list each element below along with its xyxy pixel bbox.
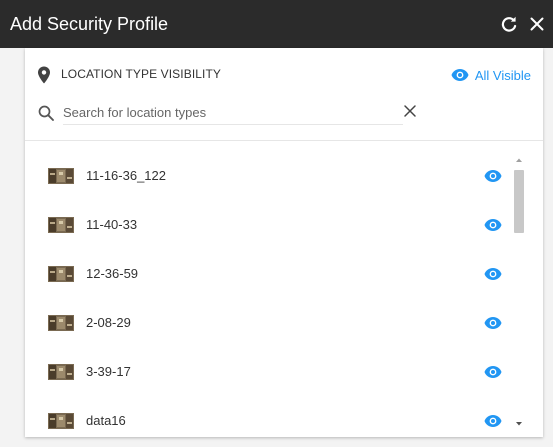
clear-search-icon[interactable]: [403, 104, 417, 118]
scrollbar-thumb[interactable]: [514, 170, 524, 233]
close-button[interactable]: [525, 12, 549, 36]
visibility-eye-icon[interactable]: [484, 267, 502, 281]
dialog-title: Add Security Profile: [10, 14, 169, 34]
visibility-eye-icon[interactable]: [484, 316, 502, 330]
location-type-thumbnail: [48, 315, 74, 331]
dialog-body: LOCATION TYPE VISIBILITY All Visible 11-…: [0, 48, 553, 447]
section-header: LOCATION TYPE VISIBILITY All Visible: [37, 64, 531, 86]
location-type-thumbnail: [48, 168, 74, 184]
scroll-down-arrow-icon[interactable]: [515, 420, 523, 428]
list-item-label: 11-16-36_122: [86, 168, 166, 183]
close-icon: [530, 17, 544, 31]
scroll-up-arrow-icon[interactable]: [515, 156, 523, 164]
title-bar: Add Security Profile: [0, 0, 553, 48]
list-item-label: data16: [86, 413, 126, 428]
location-type-thumbnail: [48, 217, 74, 233]
list-item[interactable]: 12-36-59: [25, 250, 520, 299]
location-type-thumbnail: [48, 413, 74, 429]
location-type-list: 11-16-36_122 11-40-33 12-36-59 2-08-29 3-39-…: [25, 152, 520, 437]
list-item-label: 2-08-29: [86, 315, 131, 330]
all-visible-toggle[interactable]: All Visible: [451, 64, 531, 86]
list-item-label: 12-36-59: [86, 266, 139, 281]
refresh-button[interactable]: [497, 12, 521, 36]
scrollbar[interactable]: [512, 152, 526, 436]
list-item[interactable]: 11-16-36_122: [25, 152, 520, 201]
location-type-thumbnail: [48, 266, 74, 282]
search-input[interactable]: [63, 100, 403, 125]
list-item-label: 3-39-17: [86, 364, 131, 379]
refresh-icon: [501, 16, 517, 32]
search-row: [37, 100, 419, 126]
eye-icon: [451, 69, 469, 81]
all-visible-label: All Visible: [474, 67, 531, 83]
visibility-eye-icon[interactable]: [484, 169, 502, 183]
list-item[interactable]: data16: [25, 397, 520, 437]
search-icon: [38, 105, 54, 121]
visibility-eye-icon[interactable]: [484, 414, 502, 428]
map-pin-icon: [38, 66, 50, 84]
location-type-thumbnail: [48, 364, 74, 380]
visibility-eye-icon[interactable]: [484, 218, 502, 232]
list-item[interactable]: 2-08-29: [25, 299, 520, 348]
divider: [25, 140, 543, 141]
location-type-visibility-panel: LOCATION TYPE VISIBILITY All Visible 11-…: [25, 48, 543, 437]
list-item-label: 11-40-33: [86, 217, 138, 232]
section-title: LOCATION TYPE VISIBILITY: [61, 67, 221, 81]
list-item[interactable]: 11-40-33: [25, 201, 520, 250]
list-item[interactable]: 3-39-17: [25, 348, 520, 397]
visibility-eye-icon[interactable]: [484, 365, 502, 379]
